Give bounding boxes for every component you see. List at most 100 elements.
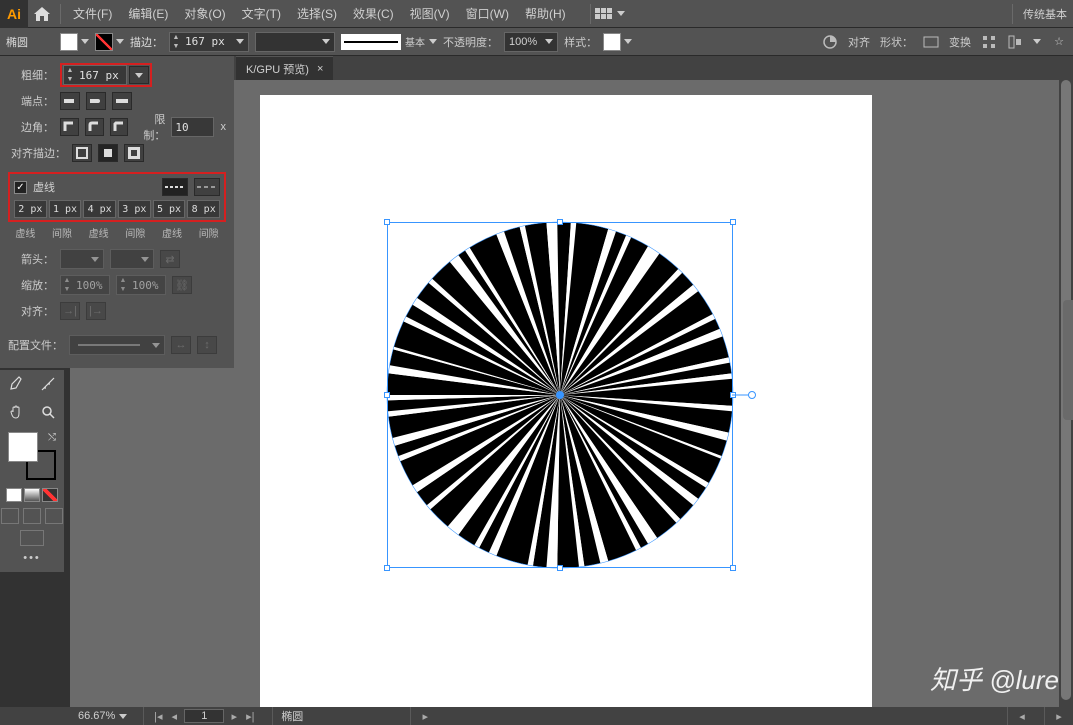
chevron-down-icon[interactable] [1033,39,1041,44]
gap-field-0[interactable]: 1 px [49,200,82,218]
tool-zoom[interactable] [32,398,64,426]
chevron-down-icon[interactable] [119,714,127,719]
panel-dock-handle[interactable] [1063,300,1073,420]
align-stroke-center[interactable] [72,144,92,162]
transform-link[interactable]: 变换 [949,34,971,50]
stroke-width-field[interactable]: ▲▼ [169,32,249,52]
gap-field-1[interactable]: 3 px [118,200,151,218]
select-similar-icon[interactable]: ☆ [1051,34,1067,50]
workspace-switcher[interactable]: 传统基本 [1023,6,1067,22]
chevron-down-icon[interactable] [617,11,625,16]
flip-along[interactable]: ↔ [171,336,191,354]
weight-input[interactable] [76,69,126,82]
arrow-align-end[interactable]: |→ [86,302,106,320]
screen-mode-icon[interactable] [20,530,44,546]
draw-normal-icon[interactable] [1,508,19,524]
isolate-icon[interactable] [981,34,997,50]
shape-icon[interactable] [923,34,939,50]
recolor-artwork-icon[interactable] [822,34,838,50]
color-mode-solid[interactable] [6,488,22,502]
menu-object[interactable]: 对象(O) [176,0,233,28]
arrowhead-start[interactable] [60,249,104,269]
shape-link[interactable]: 形状： [880,34,913,50]
gap-field-2[interactable]: 8 px [187,200,220,218]
corner-miter[interactable] [60,118,79,136]
cap-butt[interactable] [60,92,80,110]
arrow-scale-start[interactable]: ▲▼ [60,275,110,295]
dash-align-preserve[interactable] [162,178,188,196]
link-arrow-scale[interactable]: ⛓ [172,276,192,294]
tool-eyedropper[interactable] [0,370,32,398]
center-point[interactable] [556,391,564,399]
menu-type[interactable]: 文字(T) [234,0,289,28]
chevron-down-icon[interactable] [81,39,89,44]
variable-width-profile[interactable] [255,32,335,52]
chevron-down-icon[interactable] [116,39,124,44]
align-stroke-inside[interactable] [98,144,118,162]
tool-hand[interactable] [0,398,32,426]
arrange-docs-button[interactable] [595,8,613,19]
fill-stroke-widget[interactable]: ⤭ [8,432,56,480]
weight-dropdown[interactable] [129,66,149,84]
menu-window[interactable]: 窗口(W) [458,0,517,28]
artboard-number[interactable]: 1 [184,709,224,723]
graphic-style-swatch[interactable] [603,33,621,51]
arrow-align-tip[interactable]: →| [60,302,80,320]
home-button[interactable] [28,0,56,28]
zoom-level[interactable]: 66.67% [78,710,115,722]
first-artboard[interactable]: |◂ [152,710,164,723]
corner-round[interactable] [85,118,104,136]
fill-swatch-large[interactable] [8,432,38,462]
dash-field-2[interactable]: 5 px [153,200,186,218]
dashed-line-checkbox[interactable]: ✓ [14,181,27,194]
close-tab-button[interactable]: × [317,63,323,75]
menu-file[interactable]: 文件(F) [65,0,120,28]
hscroll-left[interactable]: ◂ [1016,710,1028,723]
align-link[interactable]: 对齐 [848,34,870,50]
profile-select[interactable] [69,335,165,355]
color-mode-none[interactable] [42,488,58,502]
miter-limit-input[interactable] [172,121,208,134]
align-stroke-outside[interactable] [124,144,144,162]
menu-view[interactable]: 视图(V) [402,0,458,28]
selection-box[interactable] [387,222,733,568]
corner-bevel[interactable] [110,118,129,136]
weight-field[interactable]: ▲▼ [63,65,127,85]
fill-swatch[interactable] [60,33,78,51]
brush-definition[interactable] [341,34,401,50]
stroke-width-input[interactable] [182,35,232,48]
document-tab[interactable]: K/GPU 预览) × [236,56,333,80]
status-menu[interactable]: ▸ [419,710,431,723]
menu-select[interactable]: 选择(S) [289,0,345,28]
chevron-down-icon[interactable] [236,39,244,44]
menu-edit[interactable]: 编辑(E) [120,0,176,28]
tool-measure[interactable] [32,370,64,398]
menu-effect[interactable]: 效果(C) [345,0,402,28]
dash-align-corners[interactable] [194,178,220,196]
cap-round[interactable] [86,92,106,110]
flip-across[interactable]: ↕ [197,336,217,354]
chevron-down-icon[interactable] [429,39,437,44]
align-to-icon[interactable] [1007,34,1023,50]
dash-field-0[interactable]: 2 px [14,200,47,218]
hscroll-right[interactable]: ▸ [1053,710,1065,723]
edit-toolbar-icon[interactable]: ••• [23,552,41,564]
color-mode-gradient[interactable] [24,488,40,502]
next-artboard[interactable]: ▸ [228,710,240,723]
menu-help[interactable]: 帮助(H) [517,0,574,28]
stroke-swatch[interactable] [95,33,113,51]
swap-arrowheads[interactable]: ⇄ [160,250,180,268]
arrowhead-end[interactable] [110,249,154,269]
miter-limit-field[interactable] [171,117,214,137]
style-label[interactable]: 样式： [564,34,597,50]
draw-inside-icon[interactable] [45,508,63,524]
swap-fill-stroke-icon[interactable]: ⤭ [48,432,56,443]
chevron-down-icon[interactable] [624,39,632,44]
prev-artboard[interactable]: ◂ [168,710,180,723]
dash-field-1[interactable]: 4 px [83,200,116,218]
draw-behind-icon[interactable] [23,508,41,524]
last-artboard[interactable]: ▸| [244,710,256,723]
cap-projecting[interactable] [112,92,132,110]
opacity-field[interactable]: 100% [504,32,558,52]
arrow-scale-end[interactable]: ▲▼ [116,275,166,295]
